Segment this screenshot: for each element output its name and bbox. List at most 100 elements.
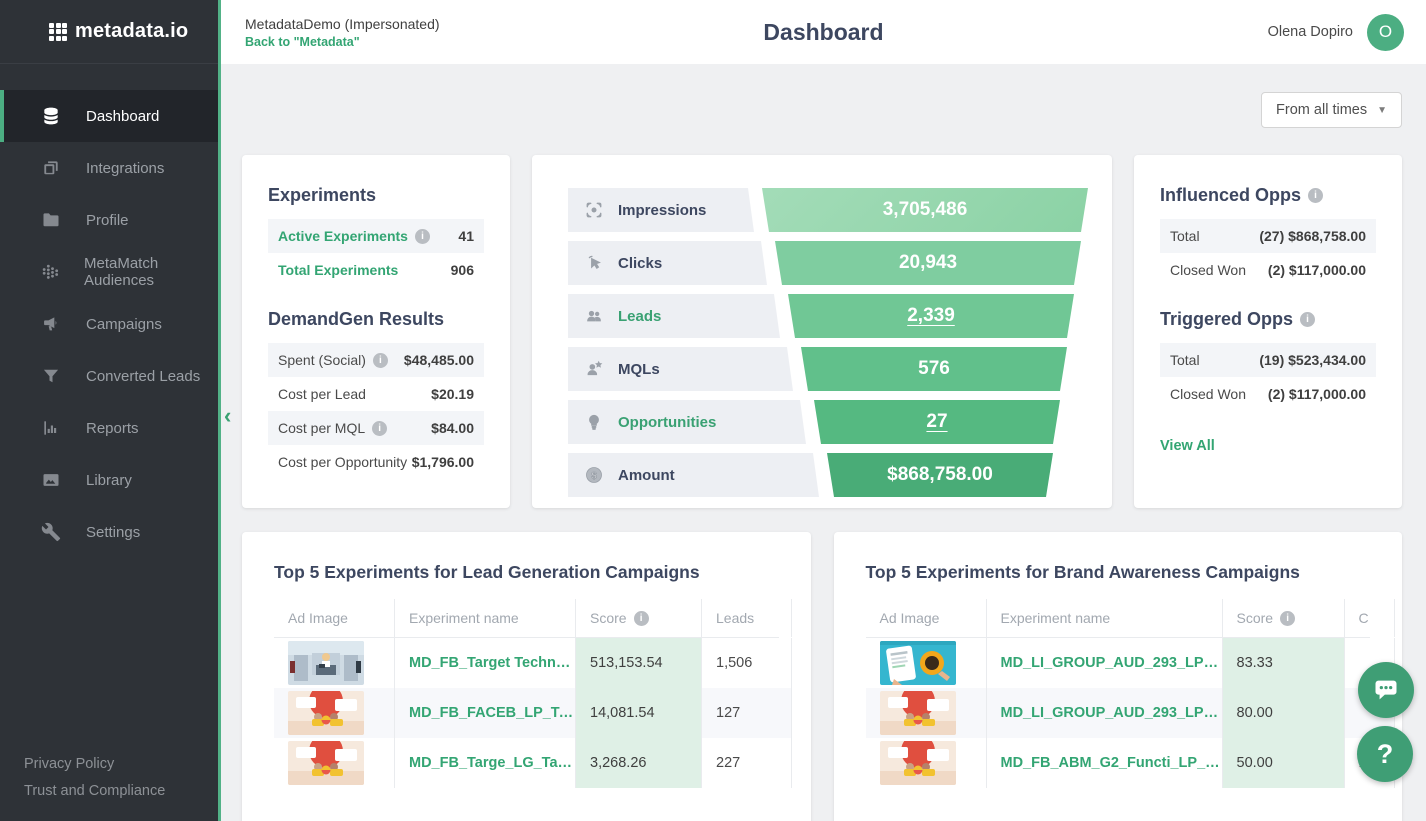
- brand-awareness-table-title: Top 5 Experiments for Brand Awareness Ca…: [866, 562, 1371, 583]
- sidebar-item-profile[interactable]: Profile: [0, 194, 218, 246]
- col-clicks: C: [1345, 599, 1395, 637]
- experiment-link[interactable]: MD_FB_Target Techn…: [409, 655, 570, 671]
- sidebar: metadata.io Dashboard Integrations Profi…: [0, 0, 221, 821]
- avatar[interactable]: O: [1367, 14, 1404, 51]
- chat-button[interactable]: [1358, 662, 1414, 718]
- sidebar-item-integrations[interactable]: Integrations: [0, 142, 218, 194]
- brand-awareness-table-card: Top 5 Experiments for Brand Awareness Ca…: [834, 532, 1403, 821]
- score-cell: 14,081.54: [576, 688, 702, 738]
- info-icon[interactable]: i: [1308, 188, 1323, 203]
- impressions-icon: [583, 199, 605, 221]
- experiment-name-cell: MD_FB_Target Techn…: [395, 638, 576, 688]
- info-icon[interactable]: i: [1300, 312, 1315, 327]
- sidebar-collapse-chevron[interactable]: ‹: [224, 403, 231, 429]
- wrench-icon: [40, 521, 62, 543]
- experiment-link[interactable]: MD_FB_ABM_G2_Functi_LP_De…: [1001, 755, 1222, 771]
- info-icon[interactable]: i: [634, 611, 649, 626]
- table-row: MD_LI_GROUP_AUD_293_LP_CT… 80.00: [866, 688, 1371, 738]
- help-button[interactable]: ?: [1357, 726, 1413, 782]
- privacy-policy-link[interactable]: Privacy Policy: [24, 751, 165, 778]
- ad-image-tablet[interactable]: [880, 641, 956, 685]
- sidebar-item-metamatch-audiences[interactable]: MetaMatch Audiences: [0, 246, 218, 298]
- funnel-row-clicks: Clicks 20,943: [568, 241, 1088, 285]
- info-icon[interactable]: i: [1280, 611, 1295, 626]
- col-leads: Leads: [702, 599, 792, 637]
- info-icon[interactable]: i: [415, 229, 430, 244]
- experiments-title: Experiments: [268, 185, 484, 206]
- ad-image-beach[interactable]: [288, 691, 364, 735]
- stat-row-total-experiments: Total Experiments 906: [268, 253, 484, 287]
- funnel-label-opportunities: Opportunities: [568, 400, 806, 444]
- funnel-label-impressions: Impressions: [568, 188, 754, 232]
- influenced-closed-won-label: Closed Won: [1170, 262, 1246, 278]
- lead-gen-table-card: Top 5 Experiments for Lead Generation Ca…: [242, 532, 811, 821]
- database-icon: [40, 105, 62, 127]
- view-all-link[interactable]: View All: [1160, 438, 1215, 454]
- lightbulb-icon: [583, 411, 605, 433]
- demandgen-title: DemandGen Results: [268, 309, 484, 330]
- sidebar-item-label: Dashboard: [86, 108, 159, 125]
- user-block: Olena Dopiro O: [1268, 14, 1426, 51]
- table-row: MD_FB_FACEB_LP_Ta… 14,081.54 127: [274, 688, 779, 738]
- influenced-closed-won-row: Closed Won (2) $117,000.00: [1160, 253, 1376, 287]
- experiment-name-cell: MD_FB_Targe_LG_Tar…: [395, 738, 576, 788]
- sidebar-item-dashboard[interactable]: Dashboard: [0, 90, 218, 142]
- account-block: MetadataDemo (Impersonated) Back to "Met…: [221, 16, 440, 49]
- experiment-name-cell: MD_FB_ABM_G2_Functi_LP_De…: [987, 738, 1223, 788]
- funnel-bar-opportunities: 27: [814, 400, 1060, 444]
- sidebar-footer: Privacy Policy Trust and Compliance: [24, 751, 165, 805]
- funnel-bar-impressions: 3,705,486: [762, 188, 1088, 232]
- sidebar-item-reports[interactable]: Reports: [0, 402, 218, 454]
- funnel-bar-clicks: 20,943: [775, 241, 1081, 285]
- experiment-link[interactable]: MD_LI_GROUP_AUD_293_LP_CT…: [1001, 705, 1222, 721]
- trust-compliance-link[interactable]: Trust and Compliance: [24, 778, 165, 805]
- funnel-label-mqls: MQLs: [568, 347, 793, 391]
- stat-row-cost-per-opportunity: Cost per Opportunity $1,796.00: [268, 445, 484, 479]
- active-experiments-link[interactable]: Active Experiments i: [278, 228, 430, 244]
- cost-per-mql-value: $84.00: [431, 420, 474, 436]
- leads-value-link[interactable]: 2,339: [907, 305, 955, 327]
- sidebar-item-campaigns[interactable]: Campaigns: [0, 298, 218, 350]
- experiment-name-cell: MD_LI_GROUP_AUD_293_LP_CT…: [987, 688, 1223, 738]
- sidebar-item-label: MetaMatch Audiences: [84, 255, 218, 289]
- triggered-closed-won-label: Closed Won: [1170, 386, 1246, 402]
- integrations-icon: [40, 157, 62, 179]
- cost-per-lead-value: $20.19: [431, 386, 474, 402]
- triggered-total-row: Total (19) $523,434.00: [1160, 343, 1376, 377]
- experiment-link[interactable]: MD_LI_GROUP_AUD_293_LP_We…: [1001, 655, 1222, 671]
- total-experiments-link[interactable]: Total Experiments: [278, 262, 398, 278]
- time-range-dropdown[interactable]: From all times ▼: [1261, 92, 1402, 128]
- info-icon[interactable]: i: [373, 353, 388, 368]
- opportunities-value-link[interactable]: 27: [926, 411, 947, 433]
- metadata-grid-icon: [49, 23, 67, 41]
- question-mark-icon: ?: [1377, 739, 1394, 770]
- sidebar-item-settings[interactable]: Settings: [0, 506, 218, 558]
- col-ad-image: Ad Image: [866, 599, 987, 637]
- experiment-name-cell: MD_LI_GROUP_AUD_293_LP_We…: [987, 638, 1223, 688]
- score-cell: 50.00: [1223, 738, 1345, 788]
- sidebar-item-library[interactable]: Library: [0, 454, 218, 506]
- stat-row-spent-social: Spent (Social) i $48,485.00: [268, 343, 484, 377]
- sidebar-item-converted-leads[interactable]: Converted Leads: [0, 350, 218, 402]
- experiment-link[interactable]: MD_FB_FACEB_LP_Ta…: [409, 705, 575, 721]
- ad-image-beach[interactable]: [880, 741, 956, 785]
- info-icon[interactable]: i: [372, 421, 387, 436]
- leads-cell: 1,506: [702, 638, 792, 688]
- back-to-metadata-link[interactable]: Back to "Metadata": [245, 35, 440, 49]
- score-cell: 83.33: [1223, 638, 1345, 688]
- sidebar-item-label: Settings: [86, 524, 140, 541]
- image-icon: [40, 469, 62, 491]
- user-name: Olena Dopiro: [1268, 24, 1353, 40]
- sidebar-item-label: Library: [86, 472, 132, 489]
- opportunities-link[interactable]: Opportunities: [618, 414, 716, 431]
- triggered-total-value: (19) $523,434.00: [1259, 352, 1366, 368]
- ad-image-beach[interactable]: [880, 691, 956, 735]
- leads-link[interactable]: Leads: [618, 308, 661, 325]
- folder-icon: [40, 209, 62, 231]
- ad-image-office[interactable]: [288, 641, 364, 685]
- time-range-value: From all times: [1276, 102, 1367, 118]
- logo[interactable]: metadata.io: [0, 0, 218, 64]
- ad-image-beach[interactable]: [288, 741, 364, 785]
- influenced-total-value: (27) $868,758.00: [1259, 228, 1366, 244]
- experiment-link[interactable]: MD_FB_Targe_LG_Tar…: [409, 755, 575, 771]
